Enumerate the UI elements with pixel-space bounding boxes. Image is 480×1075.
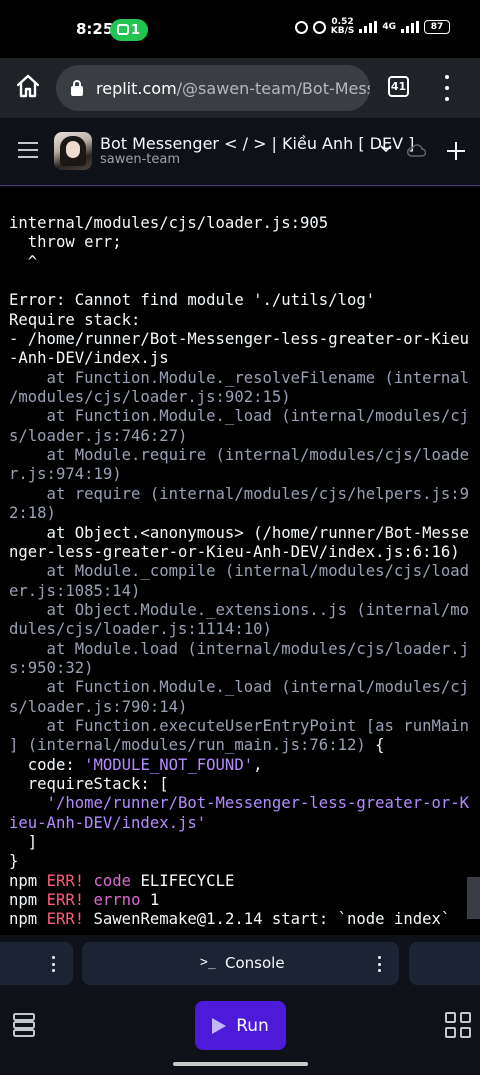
console-line: r.js:974:19) [9, 465, 122, 484]
console-line: 2:18) [9, 504, 56, 523]
console-line: code: 'MODULE_NOT_FOUND', [9, 755, 263, 774]
alarm-icon [312, 20, 326, 34]
repl-avatar[interactable] [54, 132, 92, 170]
url-host: replit.com [96, 78, 177, 98]
tab-previous[interactable] [0, 942, 73, 985]
tab-switcher-button[interactable]: 41 [388, 76, 409, 97]
status-bar: 8:25 1 0.52 KB/S 4G 87 [0, 0, 480, 58]
browser-toolbar: replit.com/@sawen-team/Bot-Messenger 41 [0, 58, 480, 118]
console-line: Require stack: [9, 310, 141, 329]
console-line: internal/modules/cjs/loader.js:905 [9, 214, 329, 232]
console-scrollbar[interactable] [467, 877, 480, 919]
menu-icon[interactable] [18, 142, 38, 158]
gesture-bar [173, 1062, 308, 1066]
console-line: } [9, 852, 19, 871]
console-line: at Module.require (internal/modules/cjs/… [9, 446, 470, 465]
status-time: 8:25 [76, 20, 114, 38]
console-line: ] (internal/modules/run_main.js:76:12) { [9, 736, 385, 755]
run-button[interactable]: Run [195, 1001, 286, 1050]
console-line: at Object.<anonymous> (/home/runner/Bot-… [9, 523, 470, 542]
tab-console-label: Console [225, 954, 285, 972]
console-line: Error: Cannot find module './utils/log' [9, 291, 376, 310]
console-line: at Module.load (internal/modules/cjs/loa… [9, 639, 470, 658]
console-line: -Anh-DEV/index.js [9, 349, 169, 368]
repl-title[interactable]: Bot Messenger < / > | Kiều Anh [ DEV ] [100, 134, 414, 153]
pane-tabs: >_ Console [0, 935, 480, 992]
browser-menu-icon[interactable] [440, 75, 454, 101]
console-line: at Module._compile (internal/modules/cjs… [9, 562, 470, 581]
grid-icon[interactable] [445, 1012, 471, 1038]
console-line: npm ERR! code ELIFECYCLE [9, 871, 235, 890]
repl-owner[interactable]: sawen-team [100, 152, 180, 167]
url-path: /@sawen-team/Bot-Messenger [176, 78, 370, 98]
chevron-down-icon[interactable] [380, 143, 392, 155]
call-notification-pill[interactable]: 1 [110, 19, 148, 41]
lock-icon [71, 80, 83, 96]
console-line: at require (internal/modules/cjs/helpers… [9, 484, 470, 503]
console-line: ^ [9, 252, 38, 271]
console-line: '/home/runner/Bot-Messenger-less-greater… [9, 794, 470, 813]
console-line: s/loader.js:790:14) [9, 697, 188, 716]
console-line: requireStack: [ [9, 774, 169, 793]
console-log: internal/modules/cjs/loader.js:905 throw… [9, 214, 469, 930]
url-text: replit.com/@sawen-team/Bot-Messenger [96, 79, 370, 98]
console-options-icon[interactable] [378, 956, 382, 972]
tab-options-icon[interactable] [52, 956, 56, 972]
console-line: npm ERR! errno 1 [9, 891, 160, 910]
console-line: s:950:32) [9, 658, 94, 677]
status-icons: 0.52 KB/S 4G 87 [294, 18, 450, 36]
console-line: throw err; [9, 233, 122, 252]
run-label: Run [236, 1015, 269, 1036]
signal-icon-2 [401, 21, 419, 33]
files-icon[interactable] [12, 1012, 36, 1038]
data-saver-icon [294, 20, 308, 34]
console-line: ieu-Anh-DEV/index.js' [9, 813, 207, 832]
console-line: at Object.Module._extensions..js (intern… [9, 600, 470, 619]
home-icon[interactable] [14, 72, 42, 100]
network-speed-unit: KB/S [330, 26, 355, 36]
terminal-icon: >_ [200, 955, 216, 970]
play-icon [212, 1017, 227, 1034]
console-line: ] [9, 833, 38, 851]
console-line: /modules/cjs/loader.js:902:15) [9, 388, 291, 407]
notification-count: 1 [130, 22, 140, 38]
cloud-icon[interactable] [406, 143, 426, 157]
tab-console[interactable]: >_ Console [82, 942, 399, 985]
console-line: nger-less-greater-or-Kieu-Anh-DEV/index.… [9, 542, 460, 561]
console-line: at Function.Module._resolveFilename (int… [9, 368, 470, 387]
console-line: at Function.Module._load (internal/modul… [9, 678, 470, 697]
console-output[interactable]: internal/modules/cjs/loader.js:905 throw… [0, 187, 480, 935]
console-line: npm ERR! SawenRemake@1.2.14 start: `node… [9, 910, 451, 929]
network-type: 4G [382, 21, 396, 32]
console-line: - /home/runner/Bot-Messenger-less-greate… [9, 330, 470, 349]
address-bar[interactable]: replit.com/@sawen-team/Bot-Messenger [56, 65, 370, 111]
console-line: dules/cjs/loader.js:1114:10) [9, 620, 272, 639]
console-line: at Function.Module._load (internal/modul… [9, 407, 470, 426]
tab-next[interactable] [409, 942, 480, 985]
add-icon[interactable] [446, 141, 466, 161]
console-line: at Function.executeUserEntryPoint [as ru… [9, 716, 470, 735]
console-line: er.js:1085:14) [9, 581, 141, 600]
network-speed: 0.52 KB/S [331, 18, 355, 36]
battery-icon: 87 [424, 20, 450, 34]
hotspot-icon [117, 24, 129, 35]
signal-icon [359, 21, 378, 33]
bottom-toolbar: Run [0, 992, 480, 1075]
console-line: s/loader.js:746:27) [9, 426, 188, 445]
